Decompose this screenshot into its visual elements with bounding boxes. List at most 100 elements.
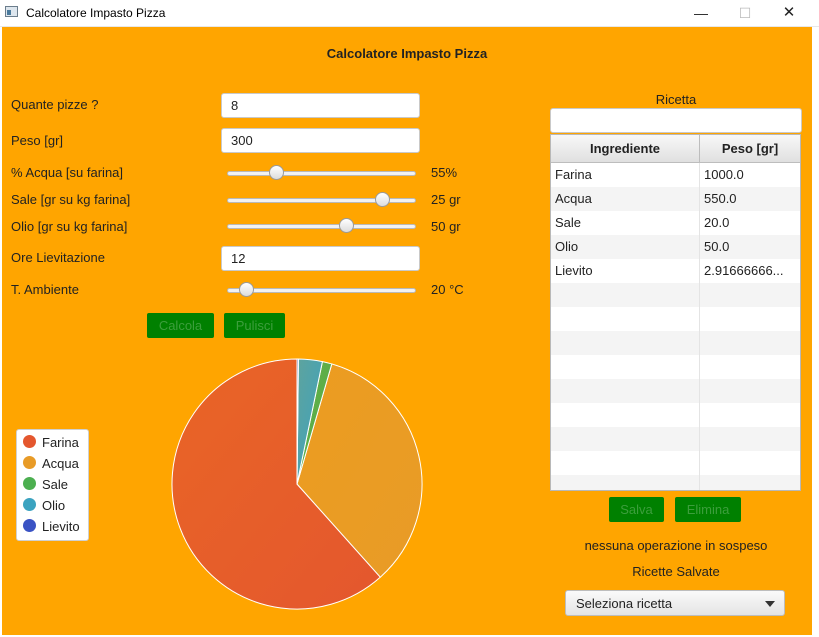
- chevron-down-icon: [765, 601, 775, 607]
- cell-peso: [700, 427, 800, 451]
- cell-ingrediente: Lievito: [551, 259, 700, 283]
- legend-item-farina: Farina: [23, 434, 79, 455]
- legend-label: Lievito: [42, 519, 80, 535]
- cell-peso: 50.0: [704, 239, 730, 254]
- window-title: Calcolatore Impasto Pizza: [26, 6, 166, 20]
- sale-slider-thumb[interactable]: [374, 192, 390, 207]
- temp-slider-track: [227, 288, 416, 293]
- chart-legend: Farina Acqua Sale Olio Lievito: [16, 429, 89, 541]
- app-icon: [5, 6, 18, 17]
- cell-ingrediente: [551, 307, 700, 331]
- column-header-peso[interactable]: Peso [gr]: [700, 135, 800, 162]
- title-bar: Calcolatore Impasto Pizza — ☐ ✕: [0, 0, 819, 27]
- table-row[interactable]: Lievito 2.91666666...: [551, 259, 800, 283]
- peso-input[interactable]: 300: [221, 128, 420, 153]
- acqua-slider[interactable]: [227, 164, 416, 182]
- minimize-button[interactable]: —: [678, 0, 724, 26]
- recipe-select[interactable]: Seleziona ricetta: [565, 590, 785, 616]
- maximize-button[interactable]: ☐: [722, 0, 768, 26]
- recipe-table: Ingrediente Peso [gr] Farina 1000.0 Acqua 5…: [550, 134, 801, 491]
- table-row[interactable]: [551, 451, 800, 475]
- table-row[interactable]: Sale 20.0: [551, 211, 800, 235]
- table-row[interactable]: [551, 283, 800, 307]
- olio-label: Olio [gr su kg farina]: [11, 219, 128, 234]
- table-row[interactable]: [551, 355, 800, 379]
- cell-ingrediente: [551, 475, 700, 490]
- cell-peso: [700, 283, 800, 307]
- ricetta-label: Ricetta: [655, 92, 697, 107]
- temp-slider[interactable]: [227, 281, 416, 299]
- legend-item-acqua: Acqua: [23, 455, 79, 476]
- cell-ingrediente: [551, 379, 700, 403]
- cell-ingrediente: Acqua: [551, 187, 700, 211]
- cell-peso: [700, 331, 800, 355]
- cell-peso: [700, 403, 800, 427]
- olio-value: 50 gr: [431, 219, 461, 234]
- legend-swatch-acqua: [23, 456, 36, 470]
- saved-recipes-label: Ricette Salvate: [632, 564, 720, 579]
- acqua-label: % Acqua [su farina]: [11, 165, 124, 180]
- table-row[interactable]: Olio 50.0: [551, 235, 800, 259]
- cell-peso: [700, 379, 800, 403]
- cell-peso: 550.0: [704, 191, 737, 206]
- elimina-button[interactable]: Elimina: [675, 497, 741, 522]
- pulisci-button[interactable]: Pulisci: [224, 313, 285, 338]
- cell-peso: [700, 475, 800, 490]
- temp-slider-thumb[interactable]: [238, 282, 254, 297]
- legend-label: Acqua: [42, 456, 79, 472]
- legend-label: Farina: [42, 435, 79, 451]
- recipe-select-value: Seleziona ricetta: [576, 596, 673, 611]
- olio-slider-thumb[interactable]: [339, 218, 355, 233]
- sale-label: Sale [gr su kg farina]: [11, 192, 131, 207]
- table-row[interactable]: [551, 475, 800, 490]
- ore-input[interactable]: 12: [221, 246, 420, 271]
- cell-ingrediente: Sale: [551, 211, 700, 235]
- legend-swatch-olio: [23, 498, 36, 512]
- cell-ingrediente: [551, 331, 700, 355]
- status-text: nessuna operazione in sospeso: [584, 538, 768, 553]
- calcola-button[interactable]: Calcola: [147, 313, 214, 338]
- sale-slider[interactable]: [227, 191, 416, 209]
- legend-item-olio: Olio: [23, 497, 65, 518]
- page-title: Calcolatore Impasto Pizza: [326, 46, 488, 61]
- ricetta-name-input[interactable]: [550, 108, 802, 133]
- cell-peso: 1000.0: [704, 167, 744, 182]
- salva-button[interactable]: Salva: [609, 497, 664, 522]
- cell-ingrediente: Farina: [551, 163, 700, 187]
- acqua-slider-track: [227, 171, 416, 176]
- table-row[interactable]: Acqua 550.0: [551, 187, 800, 211]
- cell-peso: 2.91666666...: [704, 263, 784, 278]
- cell-ingrediente: [551, 451, 700, 475]
- legend-item-sale: Sale: [23, 476, 68, 497]
- legend-swatch-sale: [23, 477, 36, 491]
- cell-ingrediente: [551, 355, 700, 379]
- pizze-label: Quante pizze ?: [11, 97, 99, 112]
- cell-ingrediente: [551, 283, 700, 307]
- cell-peso: 20.0: [704, 215, 730, 230]
- close-button[interactable]: ✕: [766, 0, 812, 26]
- table-row[interactable]: [551, 427, 800, 451]
- legend-swatch-farina: [23, 435, 36, 449]
- main-panel: Calcolatore Impasto Pizza Quante pizze ?…: [2, 27, 812, 635]
- cell-ingrediente: [551, 403, 700, 427]
- table-row[interactable]: [551, 403, 800, 427]
- legend-label: Sale: [42, 477, 69, 493]
- column-header-ingrediente[interactable]: Ingrediente: [551, 135, 700, 162]
- table-row[interactable]: [551, 331, 800, 355]
- acqua-slider-thumb[interactable]: [269, 165, 285, 180]
- table-row[interactable]: Farina 1000.0: [551, 163, 800, 187]
- olio-slider-track: [227, 224, 416, 229]
- legend-label: Olio: [42, 498, 66, 514]
- table-row[interactable]: [551, 379, 800, 403]
- temp-label: T. Ambiente: [11, 282, 79, 297]
- legend-swatch-lievito: [23, 519, 36, 533]
- peso-label: Peso [gr]: [11, 133, 64, 148]
- cell-ingrediente: Olio: [551, 235, 700, 259]
- table-header: Ingrediente Peso [gr]: [551, 135, 800, 163]
- acqua-value: 55%: [431, 165, 458, 180]
- olio-slider[interactable]: [227, 217, 416, 235]
- pie-chart: [171, 358, 423, 610]
- sale-value: 25 gr: [431, 192, 461, 207]
- pizze-input[interactable]: 8: [221, 93, 420, 118]
- table-row[interactable]: [551, 307, 800, 331]
